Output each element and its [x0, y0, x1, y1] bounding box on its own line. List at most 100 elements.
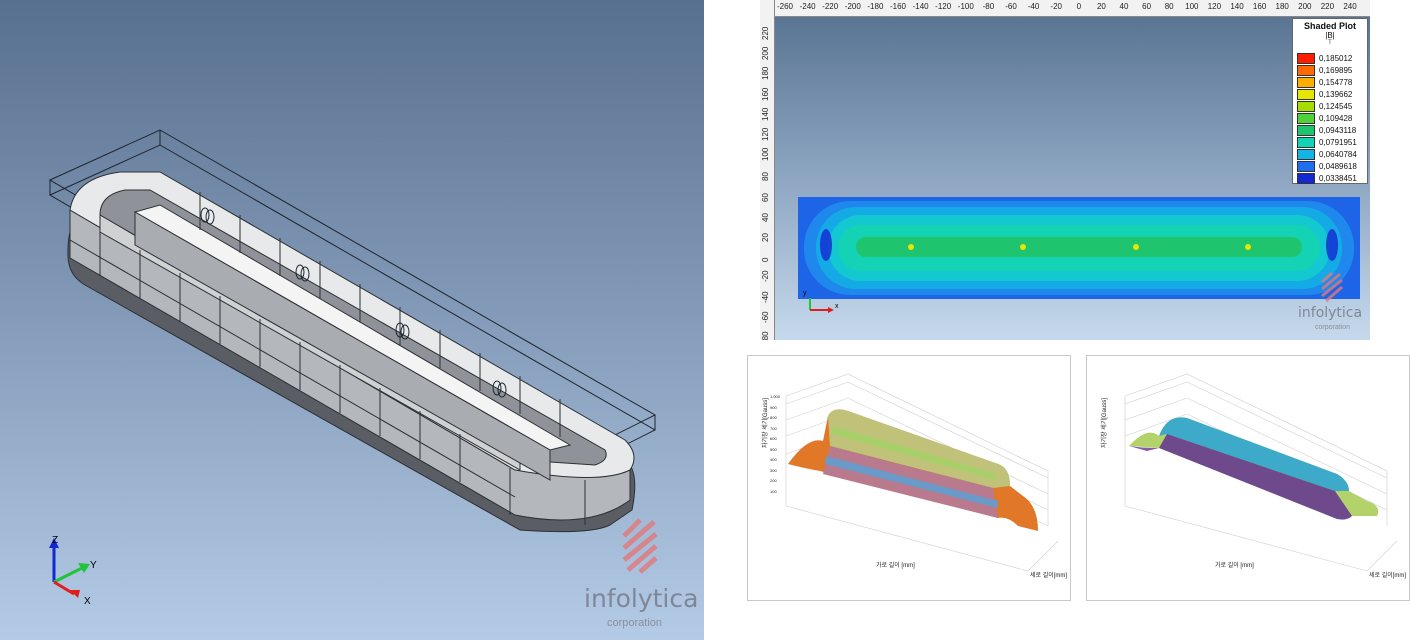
ruler-x-tick: -240 — [799, 2, 816, 11]
legend-value: 0,139662 — [1319, 89, 1353, 99]
z-tick-label: 800 — [770, 415, 777, 420]
ruler-x-tick: -160 — [889, 2, 907, 11]
legend-swatch — [1297, 124, 1315, 136]
legend-swatch — [1297, 148, 1315, 160]
ruler-y-tick: -60 — [761, 311, 770, 323]
ruler-x-tick: 240 — [1343, 2, 1357, 11]
ruler-y-tick: 0 — [761, 257, 770, 263]
ruler-x-tick: -200 — [844, 2, 861, 11]
legend-swatch — [1297, 76, 1315, 88]
legend-entry: 0,169895 — [1297, 64, 1352, 76]
model-viewport[interactable]: Z Y X infolytica corporation — [0, 0, 704, 640]
z-tick-label: 100 — [770, 488, 777, 494]
plot-axis-label-y: y — [803, 290, 807, 297]
legend-entry: 0,0943118 — [1297, 124, 1356, 136]
ruler-y-tick: -40 — [761, 291, 770, 303]
legend-value: 0,185012 — [1319, 53, 1353, 63]
left-y-axis-label: 세로 길이[mm] — [1030, 573, 1068, 579]
ruler-x-tick: -20 — [1050, 2, 1062, 11]
legend-entry: 0,185012 — [1297, 52, 1352, 64]
shaded-plot-viewport[interactable]: -260 -240 -220 -200 -180 -160 -140 -120 -100 -80-… — [760, 0, 1370, 340]
ruler-x-tick: -220 — [822, 2, 839, 11]
plot-axis-label-x: x — [835, 303, 839, 310]
ruler-x-tick: -40 — [1027, 2, 1040, 11]
surface-chart-left: 자기장 세기[Gauss] 가로 길이 [mm] 세로 길이[mm] 1,000… — [747, 355, 1071, 601]
ruler-x-tick: -80 — [982, 2, 995, 11]
z-tick-label: 400 — [770, 457, 777, 462]
legend-value: 0,0338451 — [1319, 173, 1357, 183]
z-tick-label: 700 — [770, 425, 777, 431]
plot-logo-icon — [1320, 272, 1343, 302]
ruler-x-tick: 80 — [1164, 2, 1174, 11]
ruler-y-tick: 60 — [761, 192, 770, 202]
ruler-x-tick: -120 — [935, 2, 952, 11]
ruler-x-tick: 200 — [1298, 2, 1312, 11]
logo-sub-text: corporation — [607, 617, 663, 629]
ruler-x-tick: 60 — [1142, 2, 1152, 11]
ruler-x-tick: 160 — [1252, 2, 1267, 11]
ruler-y-tick: 200 — [761, 46, 770, 61]
ruler-x-tick: -100 — [957, 2, 974, 11]
z-tick-label: 1,000 — [770, 394, 781, 399]
left-z-axis-label: 자기장 세기[Gauss] — [763, 398, 769, 448]
legend-swatch — [1297, 88, 1315, 100]
legend-entry: 0,154778 — [1297, 76, 1352, 88]
legend-value: 0,0943118 — [1319, 125, 1357, 135]
ruler-x-tick: 140 — [1230, 2, 1244, 11]
legend-quantity: |B| — [1325, 31, 1335, 40]
legend-entry: 0,0640784 — [1297, 148, 1357, 160]
ruler-y-tick: 40 — [761, 212, 770, 222]
ruler-x-tick: -140 — [912, 2, 929, 11]
plot-logo-sub-text: corporation — [1315, 324, 1351, 331]
ruler-y-tick: -20 — [761, 270, 770, 283]
surface-chart-right: 자기장 세기[Gauss] 가로 길이 [mm] 세로 길이[mm] — [1086, 355, 1410, 601]
field-contour-plot — [798, 197, 1360, 299]
ruler-y-tick: 80 — [761, 172, 770, 182]
right-x-axis-label: 가로 길이 [mm] — [1215, 563, 1254, 569]
left-x-axis-label: 가로 길이 [mm] — [876, 563, 915, 569]
ruler-y-tick: 180 — [761, 67, 770, 81]
legend-entry: 0,0489618 — [1297, 160, 1357, 172]
ruler-y-tick: 120 — [761, 127, 770, 141]
legend-swatch — [1297, 100, 1315, 112]
legend-entry: 0,0338451 — [1297, 172, 1357, 184]
ruler-x-tick: 220 — [1320, 2, 1335, 11]
ruler-y-tick: 20 — [761, 233, 770, 242]
axis-label-z: Z — [52, 535, 59, 546]
legend-entry: 0,109428 — [1297, 112, 1352, 124]
ruler-x-tick: -180 — [867, 2, 884, 11]
legend-value: 0,154778 — [1319, 77, 1353, 87]
legend-entry: 0,0791951 — [1297, 136, 1357, 148]
z-tick-label: 600 — [770, 436, 777, 441]
legend-swatch — [1297, 64, 1315, 76]
ruler-vertical: 220 200 180 160 140 120 100 80 60 40 20 0 -20 -40 -60-… — [760, 0, 775, 340]
ruler-y-tick: 220 — [761, 26, 770, 40]
plot-logo-brand-text: infolytica — [1298, 305, 1363, 321]
legend-swatch — [1297, 136, 1315, 148]
ruler-horizontal: -260 -240 -220 -200 -180 -160 -140 -120 -100 -80-… — [760, 0, 1370, 17]
axis-triad-icon — [49, 538, 90, 598]
legend-swatch — [1297, 52, 1315, 64]
legend-value: 0,0640784 — [1319, 149, 1357, 159]
ruler-y-tick: 140 — [761, 107, 770, 121]
infolytica-logo-icon — [622, 518, 658, 574]
legend-unit: T — [1328, 40, 1332, 46]
legend-entry: 0,124545 — [1297, 100, 1352, 112]
legend-value: 0,109428 — [1319, 113, 1353, 123]
z-tick-label: 200 — [770, 478, 777, 483]
ruler-x-tick: 0 — [1076, 2, 1082, 11]
logo-brand-text: infolytica — [584, 584, 699, 613]
ruler-x-tick: 180 — [1275, 2, 1289, 11]
ruler-x-tick: -60 — [1005, 2, 1017, 11]
ruler-x-tick: 40 — [1119, 2, 1129, 11]
ruler-y-tick: -80 — [761, 331, 770, 340]
legend-value: 0,0489618 — [1319, 161, 1357, 171]
legend-swatch — [1297, 112, 1315, 124]
right-y-axis-label: 세로 길이[mm] — [1369, 573, 1407, 579]
legend-value: 0,169895 — [1319, 65, 1353, 75]
legend-value: 0,0791951 — [1319, 137, 1357, 147]
legend-title: Shaded Plot — [1303, 21, 1356, 31]
ruler-x-tick: 120 — [1207, 2, 1222, 11]
ruler-y-tick: 160 — [761, 87, 770, 101]
legend-swatch — [1297, 172, 1315, 184]
